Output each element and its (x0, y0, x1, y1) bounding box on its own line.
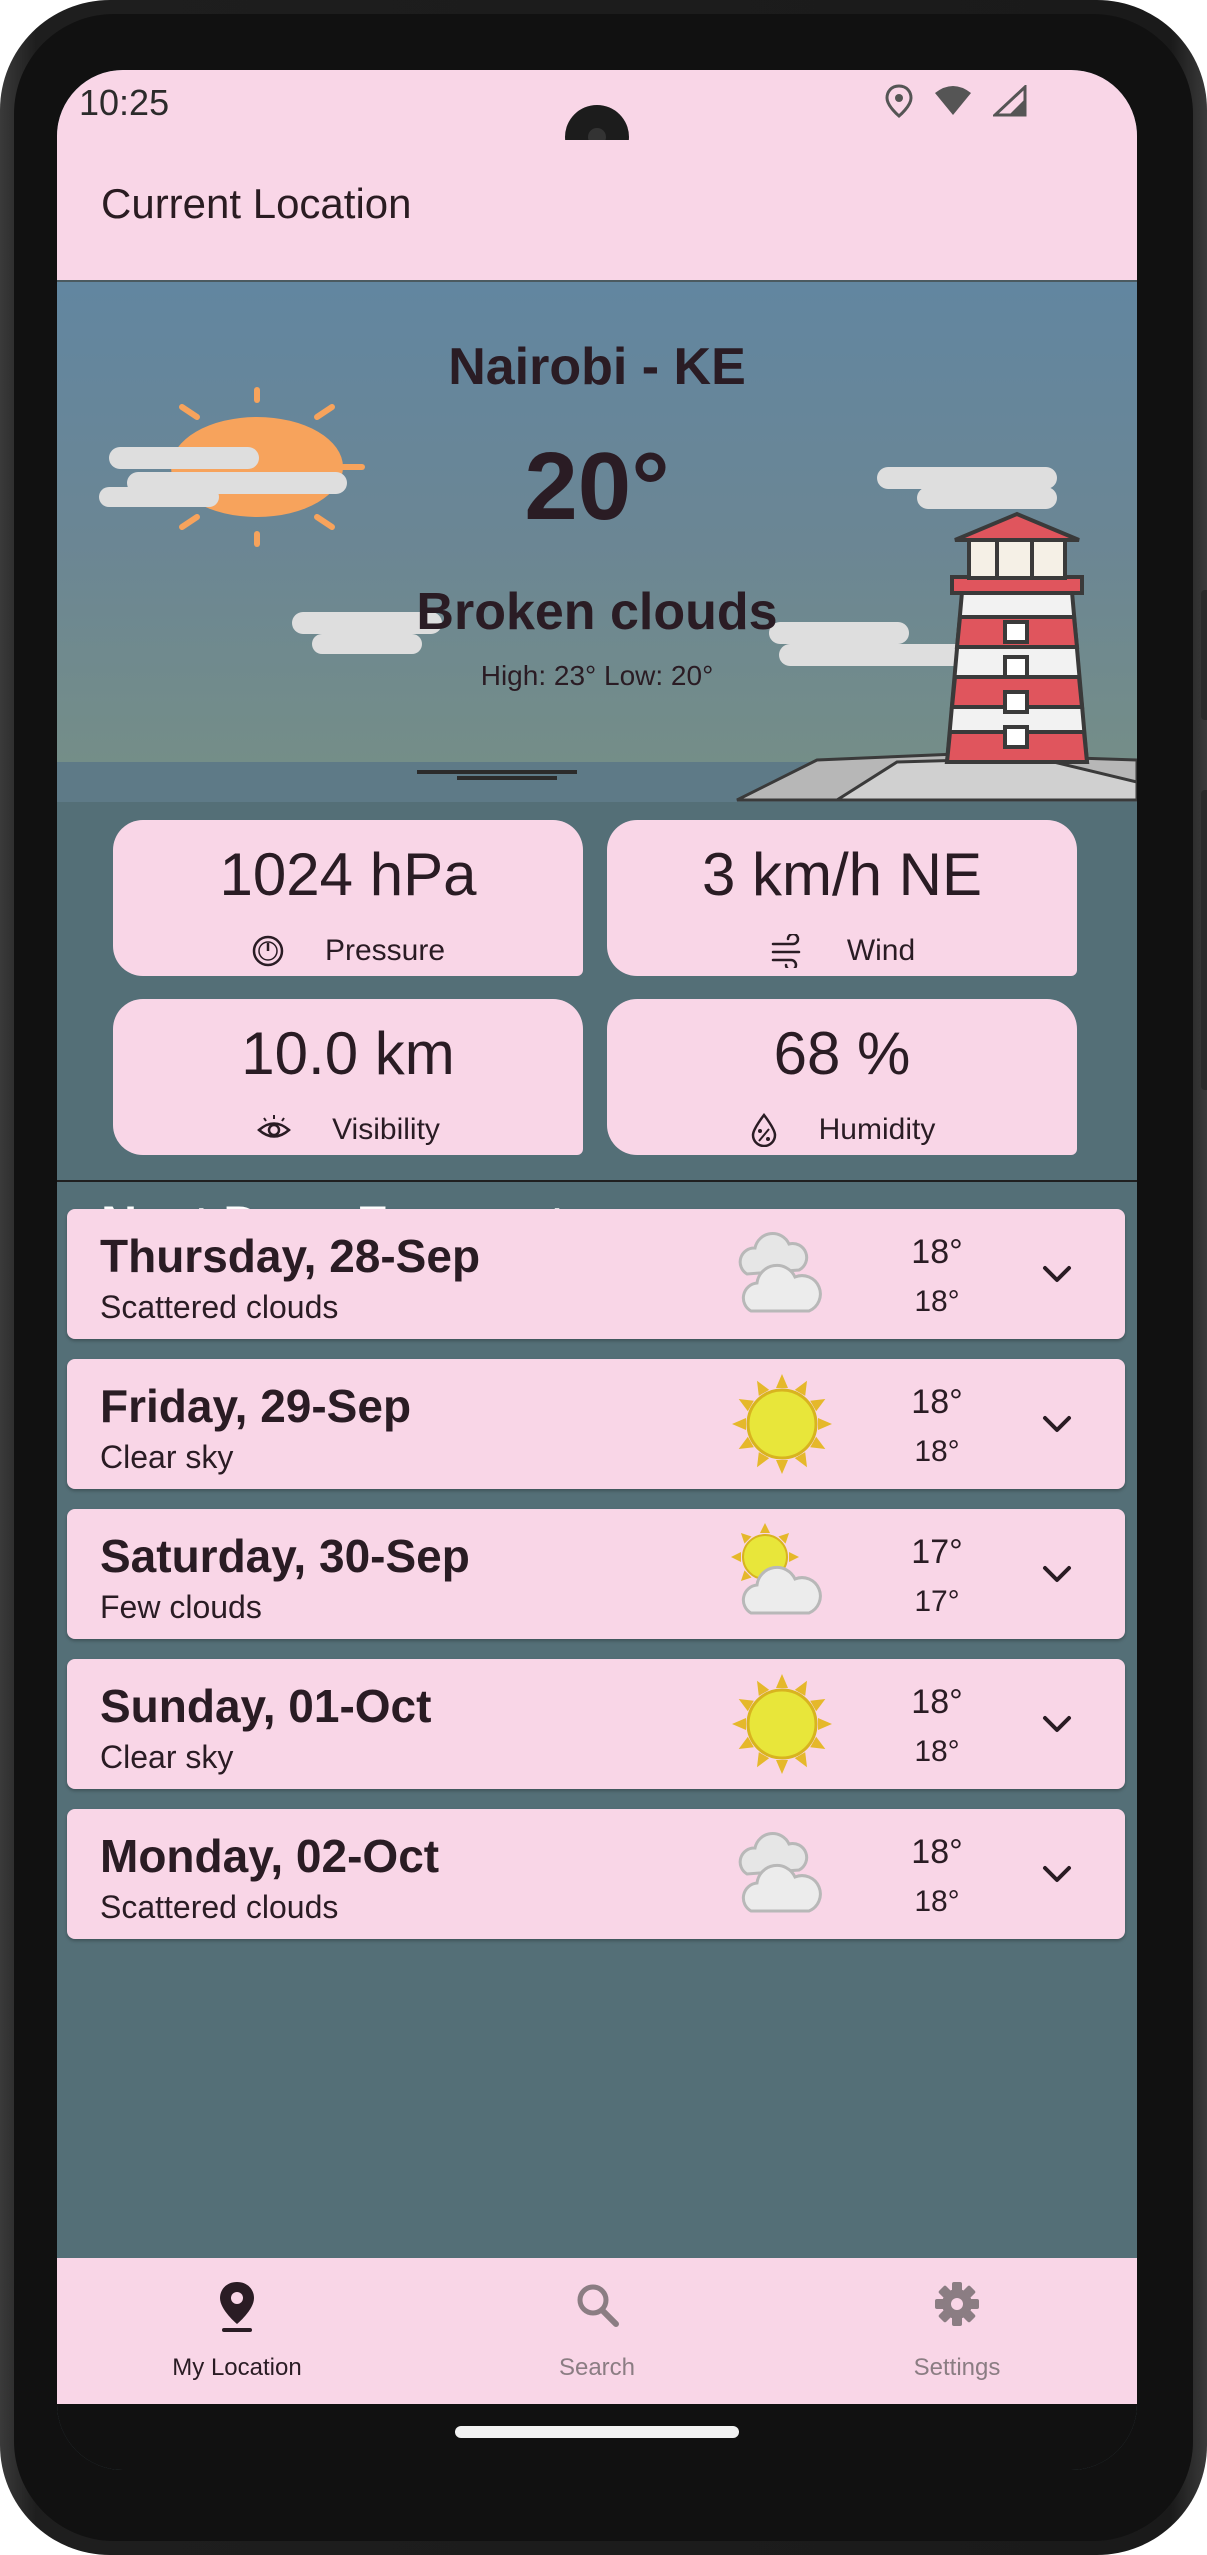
high-low-temperature: High: 23° Low: 20° (480, 660, 714, 691)
forecast-description: Few clouds (100, 1589, 262, 1625)
humidity-label: Humidity (818, 1113, 936, 1146)
location-status-icon (885, 84, 913, 118)
wind-icon (771, 934, 801, 968)
forecast-low: 18° (914, 1735, 960, 1768)
visibility-value: 10.0 km (241, 1020, 455, 1087)
visibility-label: Visibility (332, 1113, 440, 1146)
pressure-label: Pressure (324, 934, 446, 967)
chevron-down-icon[interactable] (1037, 1704, 1077, 1744)
nav-search-label: Search (558, 2354, 636, 2381)
phone-frame: Nairobi - KE 20° Broken clouds High: 23°… (0, 0, 1207, 2555)
forecast-description: Scattered clouds (100, 1289, 339, 1325)
forecast-row[interactable]: Sunday, 01-Oct Clear sky 18° 18° (67, 1659, 1125, 1789)
chevron-down-icon[interactable] (1037, 1254, 1077, 1294)
screen: Nairobi - KE 20° Broken clouds High: 23°… (57, 70, 1137, 2470)
chevron-down-icon[interactable] (1037, 1854, 1077, 1894)
eye-icon (257, 1115, 292, 1138)
nav-my-location[interactable]: My Location (57, 2258, 417, 2404)
forecast-description: Scattered clouds (100, 1889, 339, 1925)
home-gesture-bar[interactable] (455, 2426, 739, 2438)
bottom-navigation: My Location Search Settings (57, 2258, 1137, 2404)
chevron-down-icon[interactable] (1037, 1404, 1077, 1444)
nav-search[interactable]: Search (417, 2258, 777, 2404)
forecast-high: 18° (911, 1233, 963, 1271)
visibility-card: 10.0 km Visibility (113, 999, 583, 1155)
gear-icon (935, 2282, 979, 2326)
clouds-icon (738, 1832, 822, 1913)
forecast-low: 18° (914, 1435, 960, 1468)
humidity-card: 68 % Humidity (607, 999, 1077, 1155)
weather-stats: 1024 hPa Pressure 3 km/h NE Wind 10.0 km… (57, 802, 1137, 1182)
app-bar: Current Location (57, 140, 1137, 280)
sun-cloud-icon (731, 1523, 822, 1615)
wind-value: 3 km/h NE (701, 841, 983, 908)
forecast-high: 18° (911, 1383, 963, 1421)
forecast-low: 17° (914, 1585, 960, 1618)
gesture-area (57, 2404, 1137, 2470)
nav-settings-label: Settings (913, 2354, 1001, 2381)
location-pin-icon (220, 2282, 254, 2332)
forecast-day: Saturday, 30-Sep (100, 1530, 470, 1582)
nav-settings[interactable]: Settings (777, 2258, 1137, 2404)
forecast-high: 17° (911, 1533, 963, 1571)
sun-icon (732, 1674, 832, 1774)
current-temperature: 20° (524, 433, 670, 540)
forecast-low: 18° (914, 1285, 960, 1318)
wifi-icon (935, 86, 971, 115)
city-name: Nairobi - KE (448, 338, 746, 396)
forecast-high: 18° (911, 1833, 963, 1871)
forecast-high: 18° (911, 1683, 963, 1721)
chevron-down-icon[interactable] (1037, 1554, 1077, 1594)
nav-my-location-label: My Location (172, 2354, 302, 2381)
forecast-row[interactable]: Saturday, 30-Sep Few clouds 17° 17° (67, 1509, 1125, 1639)
clouds-icon (738, 1232, 822, 1313)
pressure-card: 1024 hPa Pressure (113, 820, 583, 976)
humidity-value: 68 % (773, 1020, 911, 1087)
volume-button (1201, 790, 1207, 1090)
power-button (1201, 590, 1207, 720)
status-time: 10:25 (79, 82, 170, 123)
forecast-day: Monday, 02-Oct (100, 1830, 440, 1882)
forecast-day: Sunday, 01-Oct (100, 1680, 432, 1732)
status-icons (885, 84, 1027, 118)
current-weather-hero: Nairobi - KE 20° Broken clouds High: 23°… (57, 280, 1137, 804)
forecast-row[interactable]: Friday, 29-Sep Clear sky 18° 18° (67, 1359, 1125, 1489)
forecast-day: Thursday, 28-Sep (100, 1230, 481, 1282)
sun-icon (732, 1374, 832, 1474)
forecast-description: Clear sky (100, 1439, 234, 1475)
pressure-value: 1024 hPa (219, 841, 477, 908)
forecast-low: 18° (914, 1885, 960, 1918)
humidity-icon (751, 1113, 776, 1147)
weather-description: Broken clouds (416, 583, 778, 641)
forecast-description: Clear sky (100, 1739, 234, 1775)
search-icon (577, 2284, 619, 2327)
wind-card: 3 km/h NE Wind (607, 820, 1077, 976)
forecast-row[interactable]: Monday, 02-Oct Scattered clouds 18° 18° (67, 1809, 1125, 1939)
gauge-icon (252, 935, 284, 967)
wind-label: Wind (846, 934, 916, 967)
signal-icon (993, 85, 1027, 117)
forecast-day: Friday, 29-Sep (100, 1380, 412, 1432)
app-bar-title: Current Location (101, 180, 412, 227)
forecast-row[interactable]: Thursday, 28-Sep Scattered clouds 18° 18° (67, 1209, 1125, 1339)
